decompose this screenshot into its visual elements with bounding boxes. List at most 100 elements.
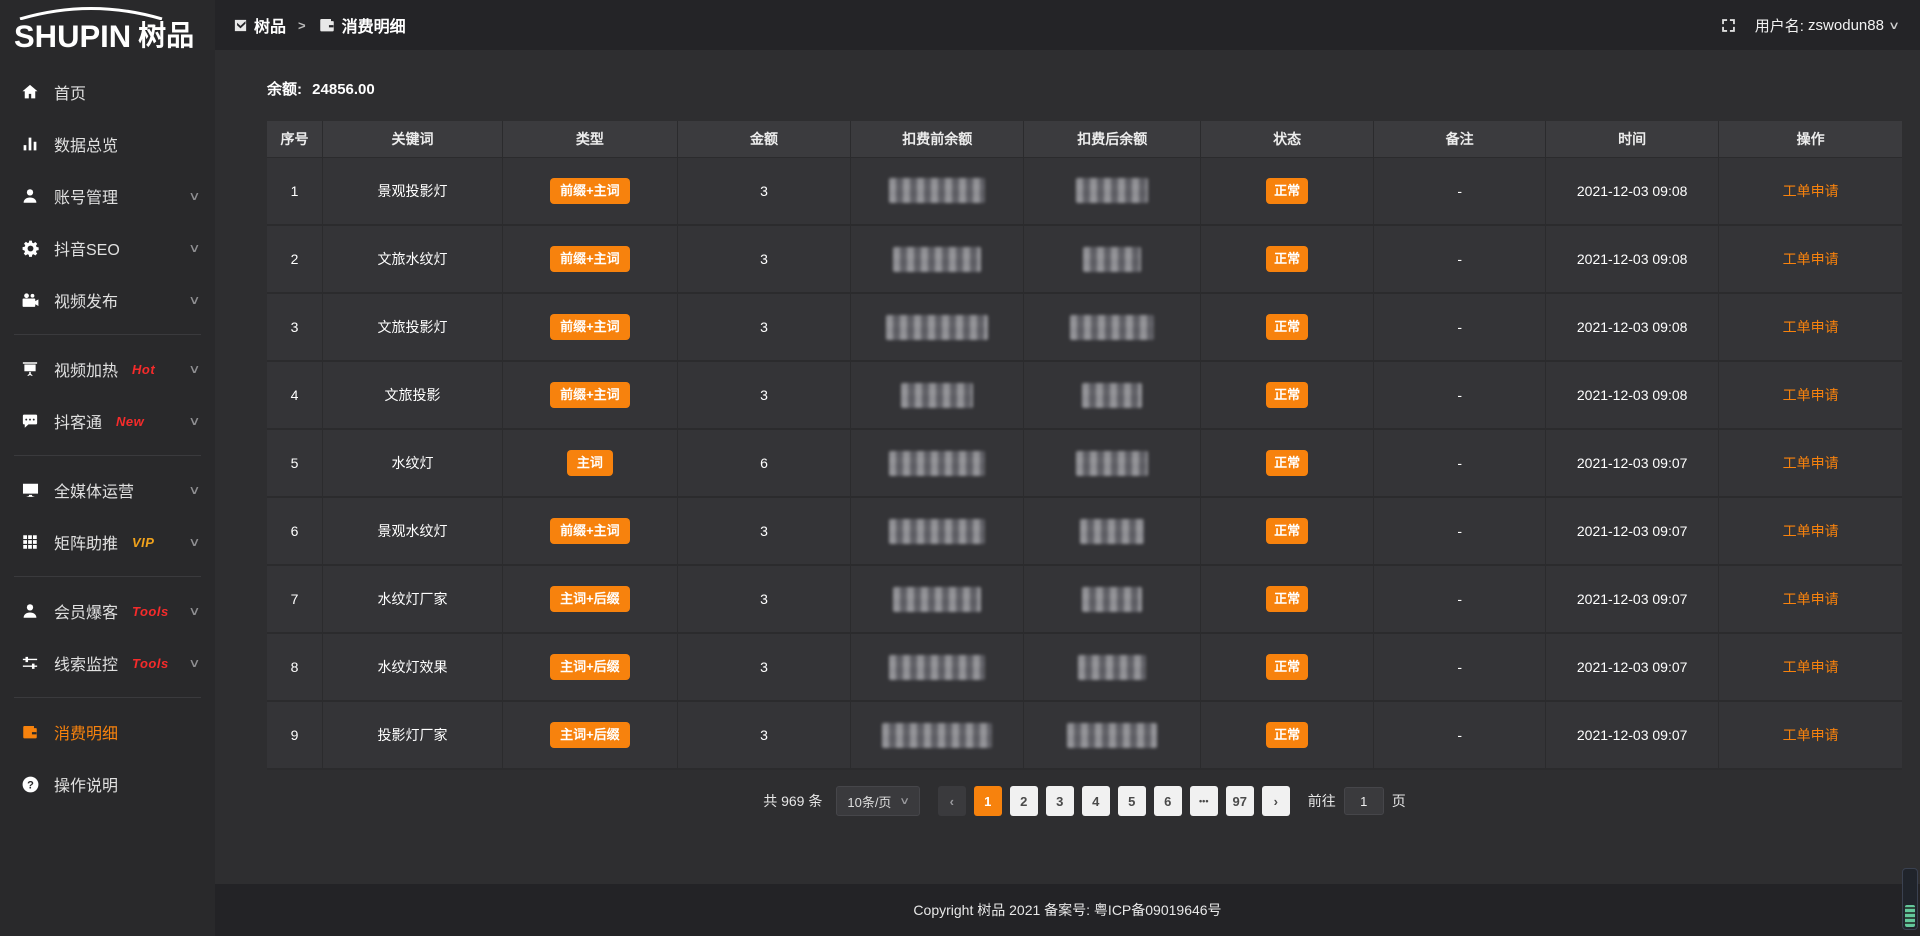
- sidebar-item-consume-detail[interactable]: 消费明细: [0, 706, 215, 758]
- page-size-select[interactable]: 10条/页 ∨: [836, 786, 919, 816]
- cell-index: 8: [267, 633, 323, 701]
- column-header: 金额: [677, 121, 850, 157]
- cell-type: 主词+后缀: [502, 701, 677, 769]
- sidebar-item-label: 视频发布: [54, 288, 118, 312]
- breadcrumb-item-shupin[interactable]: 树品: [233, 13, 286, 37]
- page-button-5[interactable]: 5: [1118, 786, 1146, 816]
- masked-value: [1070, 315, 1154, 340]
- cell-status: 正常: [1201, 361, 1374, 429]
- cell-balance-after: [1024, 293, 1201, 361]
- cell-status: 正常: [1201, 429, 1374, 497]
- page-button-2[interactable]: 2: [1010, 786, 1038, 816]
- goto-page-input[interactable]: [1344, 787, 1384, 815]
- chevron-down-icon: ∨: [188, 241, 200, 255]
- table-row: 5水纹灯主词6正常-2021-12-03 09:07工单申请: [267, 429, 1902, 497]
- cell-amount: 3: [677, 565, 850, 633]
- masked-value: [893, 247, 981, 272]
- cell-keyword: 水纹灯效果: [323, 633, 503, 701]
- cell-action: 工单申请: [1719, 497, 1902, 565]
- cell-index: 4: [267, 361, 323, 429]
- cell-type: 前缀+主词: [502, 293, 677, 361]
- cell-amount: 3: [677, 701, 850, 769]
- column-header: 操作: [1719, 121, 1902, 157]
- page-button-1[interactable]: 1: [974, 786, 1002, 816]
- cell-amount: 3: [677, 497, 850, 565]
- cell-amount: 3: [677, 293, 850, 361]
- cell-index: 9: [267, 701, 323, 769]
- breadcrumb-item-consume-detail[interactable]: 消费明细: [318, 13, 406, 37]
- chevron-down-icon: ∨: [188, 293, 200, 307]
- person-icon: [20, 601, 40, 621]
- type-badge: 主词+后缀: [550, 654, 630, 680]
- cell-balance-after: [1024, 361, 1201, 429]
- sidebar-item-label: 会员爆客: [54, 599, 118, 623]
- page-buttons: 123456 ••• 97: [974, 786, 1254, 816]
- type-badge: 主词: [567, 450, 613, 476]
- cell-index: 5: [267, 429, 323, 497]
- page-button-6[interactable]: 6: [1154, 786, 1182, 816]
- cell-balance-before: [851, 497, 1024, 565]
- cell-remark: -: [1374, 497, 1546, 565]
- user-menu[interactable]: 用户名: zswodun88 ∨: [1755, 15, 1898, 36]
- ticket-apply-link[interactable]: 工单申请: [1783, 387, 1839, 403]
- cell-index: 2: [267, 225, 323, 293]
- sidebar-item-video-publish[interactable]: 视频发布 ∨: [0, 274, 215, 326]
- ticket-apply-link[interactable]: 工单申请: [1783, 251, 1839, 267]
- ticket-apply-link[interactable]: 工单申请: [1783, 727, 1839, 743]
- home-icon: [20, 82, 40, 102]
- prev-page-button[interactable]: ‹: [938, 786, 966, 816]
- cell-action: 工单申请: [1719, 429, 1902, 497]
- type-badge: 主词+后缀: [550, 586, 630, 612]
- cell-type: 前缀+主词: [502, 497, 677, 565]
- cell-action: 工单申请: [1719, 157, 1902, 225]
- page-size-value: 10条/页: [847, 792, 891, 811]
- content: 余额: 24856.00 序号关键词类型金额扣费前余额扣费后余额状态备注时间操作…: [215, 50, 1920, 884]
- sidebar-item-help[interactable]: ?操作说明: [0, 758, 215, 810]
- sidebar-item-matrix-boost[interactable]: 矩阵助推VIP∨: [0, 516, 215, 568]
- page-ellipsis-button[interactable]: •••: [1190, 786, 1218, 816]
- ticket-apply-link[interactable]: 工单申请: [1783, 523, 1839, 539]
- table-row: 7水纹灯厂家主词+后缀3正常-2021-12-03 09:07工单申请: [267, 565, 1902, 633]
- sidebar-badge-new: New: [116, 414, 144, 429]
- cell-time: 2021-12-03 09:07: [1546, 429, 1719, 497]
- masked-value: [886, 315, 988, 340]
- cell-index: 1: [267, 157, 323, 225]
- ticket-apply-link[interactable]: 工单申请: [1783, 591, 1839, 607]
- topbar-right: 用户名: zswodun88 ∨: [1720, 15, 1898, 36]
- sidebar-item-member-baoke[interactable]: 会员爆客Tools∨: [0, 585, 215, 637]
- type-badge: 前缀+主词: [550, 382, 630, 408]
- cell-time: 2021-12-03 09:08: [1546, 157, 1719, 225]
- ticket-apply-link[interactable]: 工单申请: [1783, 659, 1839, 675]
- sidebar-item-account-manage[interactable]: 账号管理∨: [0, 170, 215, 222]
- next-page-button[interactable]: ›: [1262, 786, 1290, 816]
- cell-index: 6: [267, 497, 323, 565]
- fullscreen-icon[interactable]: [1720, 17, 1737, 34]
- masked-value: [1067, 723, 1157, 748]
- page-button-3[interactable]: 3: [1046, 786, 1074, 816]
- masked-value: [1083, 247, 1141, 272]
- sidebar-item-clue-monitor[interactable]: 线索监控Tools∨: [0, 637, 215, 689]
- column-header: 时间: [1546, 121, 1719, 157]
- sidebar-item-label: 矩阵助推: [54, 530, 118, 554]
- sidebar-item-media-operation[interactable]: 全媒体运营∨: [0, 464, 215, 516]
- sidebar-item-data-overview[interactable]: 数据总览: [0, 118, 215, 170]
- page-button-4[interactable]: 4: [1082, 786, 1110, 816]
- cell-status: 正常: [1201, 225, 1374, 293]
- sidebar-item-douyin-seo[interactable]: 抖音SEO∨: [0, 222, 215, 274]
- ticket-apply-link[interactable]: 工单申请: [1783, 455, 1839, 471]
- ticket-apply-link[interactable]: 工单申请: [1783, 183, 1839, 199]
- sidebar-item-home[interactable]: 首页: [0, 66, 215, 118]
- column-header: 序号: [267, 121, 323, 157]
- cell-remark: -: [1374, 225, 1546, 293]
- masked-value: [893, 587, 981, 612]
- cell-remark: -: [1374, 293, 1546, 361]
- ticket-apply-link[interactable]: 工单申请: [1783, 319, 1839, 335]
- cell-balance-after: [1024, 225, 1201, 293]
- sidebar-item-video-heat[interactable]: 视频加热Hot∨: [0, 343, 215, 395]
- sidebar-item-douketong[interactable]: 抖客通New∨: [0, 395, 215, 447]
- chart-icon: [20, 134, 40, 154]
- sidebar-menu: 首页数据总览账号管理∨抖音SEO∨ 视频发布 ∨ 视频加热Hot∨抖客通New∨ 全媒体…: [0, 56, 215, 810]
- floating-widget[interactable]: [1902, 868, 1918, 930]
- page-button-97[interactable]: 97: [1226, 786, 1254, 816]
- cell-action: 工单申请: [1719, 701, 1902, 769]
